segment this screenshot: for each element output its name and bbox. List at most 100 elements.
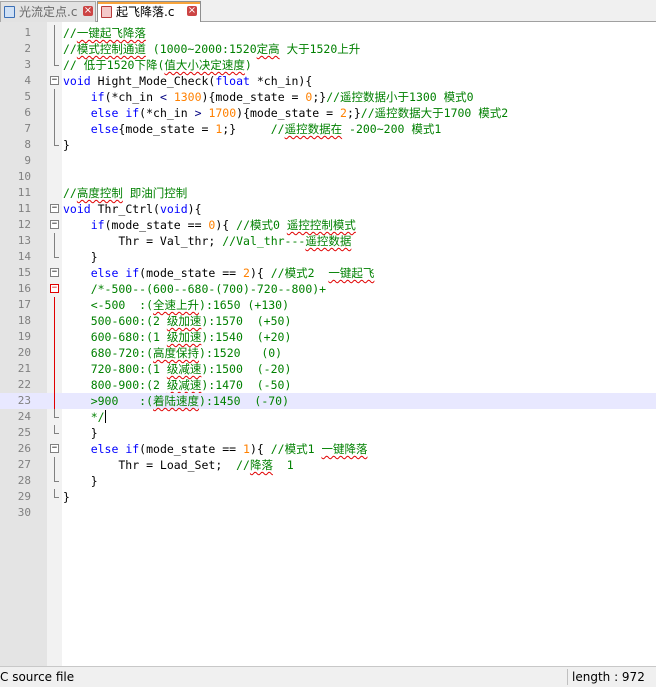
- code-token: }: [63, 474, 98, 488]
- code-line[interactable]: 11 //高度控制 即油门控制: [0, 185, 656, 201]
- code-line[interactable]: 18 500-600:(2 级加速):1570 (+50): [0, 313, 656, 329]
- code-text[interactable]: */: [63, 409, 106, 425]
- code-line[interactable]: 19 600-680:(1 级加速):1540 (+20): [0, 329, 656, 345]
- code-text[interactable]: void Hight_Mode_Check(float *ch_in){: [63, 73, 312, 89]
- code-token: 1: [272, 458, 294, 472]
- code-token: 遥控数据: [305, 234, 352, 248]
- code-text[interactable]: 800-900:(2 级减速):1470 (-50): [63, 377, 292, 393]
- line-number: 25: [17, 426, 31, 439]
- code-token: Thr = Load_Set;: [63, 458, 237, 472]
- code-text[interactable]: //一键起飞降落: [63, 25, 146, 41]
- text-caret: [104, 410, 106, 423]
- code-line[interactable]: 21 720-800:(1 级减速):1500 (-20): [0, 361, 656, 377]
- code-text[interactable]: 600-680:(1 级加速):1540 (+20): [63, 329, 292, 345]
- code-line[interactable]: 23 >900 :(着陆速度):1450 (-70): [0, 393, 656, 409]
- code-line[interactable]: 9: [0, 153, 656, 169]
- code-text[interactable]: else{mode_state = 1;} //遥控数据在 -200~200 模…: [63, 121, 442, 137]
- code-line[interactable]: 25 }: [0, 425, 656, 441]
- code-line[interactable]: 11− void Thr_Ctrl(void){: [0, 201, 656, 217]
- fold-toggle-icon[interactable]: −: [50, 268, 59, 277]
- code-token: ){mode_state =: [201, 90, 306, 104]
- fold-toggle-icon[interactable]: −: [50, 76, 59, 85]
- code-line[interactable]: 4 − void Hight_Mode_Check(float *ch_in){: [0, 73, 656, 89]
- line-number: 7: [24, 122, 31, 135]
- code-text[interactable]: }: [63, 137, 70, 153]
- code-line[interactable]: 12 − if(mode_state == 0){ //模式0 遥控控制模式: [0, 217, 656, 233]
- code-line[interactable]: 8}: [0, 137, 656, 153]
- fold-end-marker: [54, 137, 59, 146]
- code-text[interactable]: 500-600:(2 级加速):1570 (+50): [63, 313, 292, 329]
- fold-end-marker: [54, 473, 59, 482]
- code-text[interactable]: 720-800:(1 级减速):1500 (-20): [63, 361, 292, 377]
- code-line[interactable]: 3 // 低于1520下降(值大小决定速度): [0, 57, 656, 73]
- code-text[interactable]: }: [63, 425, 98, 441]
- code-text[interactable]: if(mode_state == 0){ //模式0 遥控控制模式: [63, 217, 356, 233]
- code-token: >900 :(: [63, 394, 154, 408]
- fold-toggle-icon[interactable]: −: [50, 204, 59, 213]
- code-line[interactable]: 7 else{mode_state = 1;} //遥控数据在 -200~200…: [0, 121, 656, 137]
- tab-file-optical-flow[interactable]: 光流定点.c ×: [0, 1, 96, 22]
- code-line[interactable]: 26 − else if(mode_state == 1){ //模式1 一键降落: [0, 441, 656, 457]
- code-text[interactable]: if(*ch_in < 1300){mode_state = 0;}//遥控数据…: [63, 89, 474, 105]
- code-line[interactable]: 10: [0, 169, 656, 185]
- close-tab-icon[interactable]: ×: [187, 6, 197, 16]
- code-text[interactable]: Thr = Val_thr; //Val_thr---遥控数据: [63, 233, 351, 249]
- code-token: ){: [215, 218, 237, 232]
- code-line[interactable]: 28 }: [0, 473, 656, 489]
- code-text[interactable]: Thr = Load_Set; //降落 1: [63, 457, 294, 473]
- code-text[interactable]: }: [63, 489, 70, 505]
- code-line[interactable]: 15 − else if(mode_state == 2){ //模式2 一键起飞: [0, 265, 656, 281]
- code-token: 800-900:(2: [63, 378, 167, 392]
- code-token: <: [159, 90, 167, 104]
- line-number: 28: [17, 474, 31, 487]
- code-text[interactable]: }: [63, 473, 98, 489]
- fold-guide-line: [54, 121, 55, 137]
- code-line[interactable]: 2 //模式控制通道 (1000~2000:1520定高 大于1520上升: [0, 41, 656, 57]
- code-line[interactable]: 16 − /*-500--(600--680-(700)-720--800)+: [0, 281, 656, 297]
- code-line[interactable]: 5 if(*ch_in < 1300){mode_state = 0;}//遥控…: [0, 89, 656, 105]
- code-token: //: [63, 186, 77, 200]
- code-text[interactable]: //模式控制通道 (1000~2000:1520定高 大于1520上升: [63, 41, 360, 57]
- code-line[interactable]: 17 <-500 :(全速上升):1650 (+130): [0, 297, 656, 313]
- fold-toggle-icon[interactable]: −: [50, 444, 59, 453]
- code-text[interactable]: }: [63, 249, 98, 265]
- code-line[interactable]: 22 800-900:(2 级减速):1470 (-50): [0, 377, 656, 393]
- close-tab-icon[interactable]: ×: [83, 6, 93, 16]
- code-token: ){: [187, 202, 202, 216]
- code-line[interactable]: 13 Thr = Val_thr; //Val_thr---遥控数据: [0, 233, 656, 249]
- code-line[interactable]: 1 //一键起飞降落: [0, 25, 656, 41]
- line-number: 15: [17, 266, 31, 279]
- code-line[interactable]: 29}: [0, 489, 656, 505]
- file-type-label: C source file: [0, 670, 75, 684]
- tab-file-takeoff-landing[interactable]: 起飞降落.c ×: [97, 1, 201, 23]
- code-editor[interactable]: 1//一键起飞降落 2//模式控制通道 (1000~2000:1520定高 大于1…: [0, 22, 656, 666]
- code-text[interactable]: else if(mode_state == 1){ //模式1 一键降落: [63, 441, 368, 457]
- code-token: (1000~2000:1520: [145, 42, 257, 56]
- code-text[interactable]: >900 :(着陆速度):1450 (-70): [63, 393, 289, 409]
- code-text[interactable]: else if(mode_state == 2){ //模式2 一键起飞: [63, 265, 375, 281]
- code-token: void: [159, 202, 188, 216]
- code-text[interactable]: // 低于1520下降(值大小决定速度): [63, 57, 252, 73]
- code-text[interactable]: else if(*ch_in > 1700){mode_state = 2;}/…: [63, 105, 508, 121]
- fold-guide-line: [54, 361, 55, 377]
- code-line[interactable]: 30: [0, 505, 656, 521]
- code-line[interactable]: 27 Thr = Load_Set; //降落 1: [0, 457, 656, 473]
- code-line[interactable]: 20 680-720:(高度保持):1520 (0): [0, 345, 656, 361]
- status-bar: C source file length : 972: [0, 666, 656, 687]
- code-token: else if: [90, 442, 140, 456]
- fold-toggle-icon[interactable]: −: [50, 284, 59, 293]
- code-line[interactable]: 6 else if(*ch_in > 1700){mode_state = 2;…: [0, 105, 656, 121]
- code-line[interactable]: 14 }: [0, 249, 656, 265]
- code-text[interactable]: /*-500--(600--680-(700)-720--800)+: [63, 281, 326, 297]
- code-text[interactable]: void Thr_Ctrl(void){: [63, 201, 202, 217]
- line-number: 13: [17, 234, 31, 247]
- fold-toggle-icon[interactable]: −: [50, 220, 59, 229]
- code-line[interactable]: 24 */: [0, 409, 656, 425]
- code-text[interactable]: 680-720:(高度保持):1520 (0): [63, 345, 282, 361]
- code-text[interactable]: //高度控制 即油门控制: [63, 185, 187, 201]
- code-text[interactable]: <-500 :(全速上升):1650 (+130): [63, 297, 289, 313]
- line-number: 22: [17, 378, 31, 391]
- line-number: 27: [17, 458, 31, 471]
